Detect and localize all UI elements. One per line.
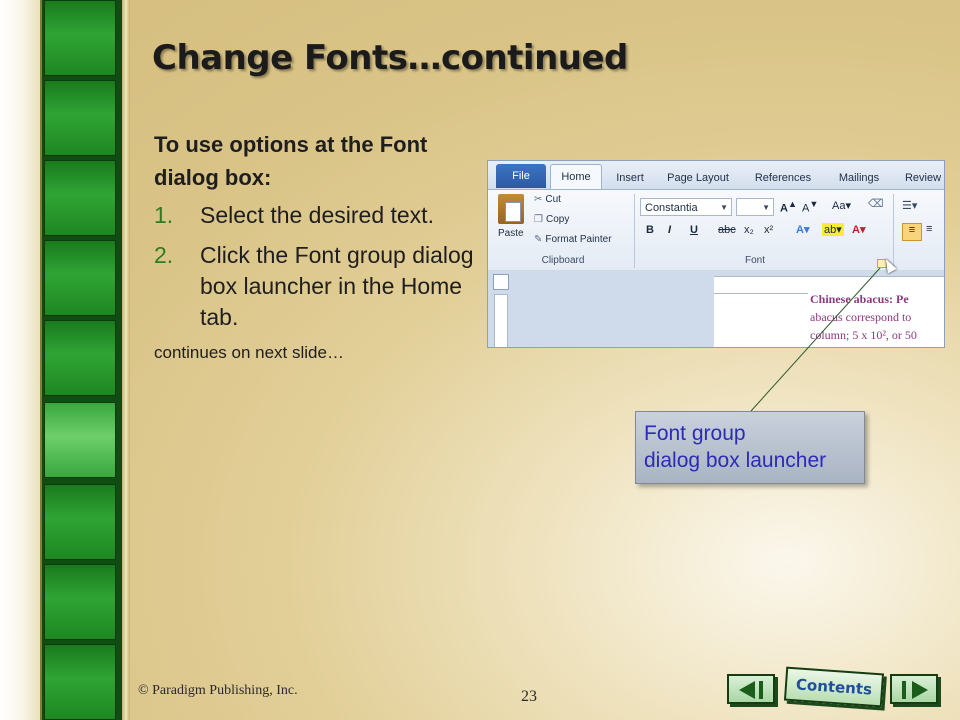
highlight-icon[interactable]: ab▾ — [822, 223, 844, 236]
font-size-combo[interactable]: ▼ — [736, 198, 774, 216]
tab-review[interactable]: Review — [900, 167, 944, 189]
subscript-button[interactable]: x₂ — [744, 224, 754, 236]
copy-icon: ❐ — [534, 214, 543, 225]
doc-line: Chinese abacus: Pe — [810, 292, 909, 306]
font-name-value: Constantia — [645, 202, 698, 214]
strip-border — [122, 0, 130, 720]
format-painter-button[interactable]: ✎ Format Painter — [534, 234, 612, 245]
word-ribbon-screenshot: File Home Insert Page Layout References … — [487, 160, 945, 348]
list-item: 2. Click the Font group dialog box launc… — [154, 240, 474, 333]
bullets-icon[interactable]: ☰▾ — [902, 199, 917, 212]
strip-tile — [44, 644, 116, 720]
change-case-icon[interactable]: Aa▾ — [832, 199, 851, 212]
step-number: 2. — [154, 242, 174, 268]
strip-tile — [44, 80, 116, 156]
tab-insert[interactable]: Insert — [610, 167, 650, 189]
tab-mailings[interactable]: Mailings — [830, 167, 888, 189]
strip-tile — [44, 240, 116, 316]
tab-page-layout[interactable]: Page Layout — [660, 167, 736, 189]
font-group-label: Font — [744, 255, 765, 266]
vertical-ruler — [494, 294, 508, 347]
continues-note: continues on next slide… — [154, 343, 344, 362]
slide: Change Fonts…continued To use options at… — [0, 0, 960, 720]
group-separator — [893, 194, 894, 268]
clipboard-group-label: Clipboard — [541, 255, 585, 266]
step-text: Click the Font group dialog box launcher… — [200, 242, 474, 330]
doc-line: abacus correspond to — [810, 310, 912, 324]
strip-tile — [44, 564, 116, 640]
chevron-down-icon: ▼ — [762, 203, 770, 212]
align-center-icon[interactable]: ≡ — [926, 223, 932, 235]
callout-box: Font group dialog box launcher — [635, 411, 865, 484]
step-text: Select the desired text. — [200, 202, 434, 228]
brush-icon: ✎ — [534, 234, 543, 245]
slide-title: Change Fonts…continued — [152, 38, 628, 78]
list-item: 1. Select the desired text. — [154, 200, 474, 231]
cut-label: Cut — [545, 194, 561, 205]
strip-tile — [44, 484, 116, 560]
document-area: Chinese abacus: Pe abacus correspond to … — [488, 270, 944, 347]
page-number: 23 — [521, 688, 537, 705]
document-text: Chinese abacus: Pe abacus correspond to … — [808, 290, 944, 347]
ribbon-home: Paste ✂ Cut ❐ Copy ✎ Format Painter Clipboa… — [488, 189, 944, 271]
strip-tile — [44, 160, 116, 236]
paste-icon[interactable] — [498, 194, 524, 224]
callout-connector — [750, 267, 881, 412]
tab-file[interactable]: File — [496, 164, 546, 188]
superscript-button[interactable]: x² — [764, 224, 773, 236]
italic-button[interactable]: I — [668, 224, 671, 236]
strikethrough-button[interactable]: abc — [718, 224, 736, 236]
grow-font-icon[interactable]: A▲ — [780, 199, 797, 215]
bar-icon — [902, 681, 906, 699]
strip-tile — [44, 402, 116, 478]
left-glow — [0, 0, 44, 720]
doc-line: column; 5 x 10², or 50 — [810, 328, 917, 342]
bar-icon — [759, 681, 763, 699]
ribbon-tabs: File Home Insert Page Layout References … — [488, 161, 944, 190]
slide-body: To use options at the Font dialog box: 1… — [154, 128, 474, 363]
text-effects-icon[interactable]: A▾ — [796, 223, 809, 236]
underline-button[interactable]: U — [690, 224, 698, 236]
align-left-icon[interactable]: ≡ — [902, 223, 922, 241]
triangle-left-icon — [739, 681, 755, 699]
shrink-font-icon[interactable]: A▼ — [802, 199, 818, 215]
copy-button[interactable]: ❐ Copy — [534, 214, 569, 225]
prev-slide-button[interactable] — [727, 674, 775, 704]
contents-button[interactable]: Contents — [783, 666, 885, 708]
chevron-down-icon: ▼ — [720, 203, 728, 212]
strip-tile — [44, 320, 116, 396]
strip-tile — [44, 0, 116, 76]
steps-list: 1. Select the desired text. 2. Click the… — [154, 200, 474, 333]
tab-selector-icon[interactable] — [493, 274, 509, 290]
callout-line-2: dialog box launcher — [644, 449, 827, 472]
font-name-combo[interactable]: Constantia ▼ — [640, 198, 732, 216]
scissors-icon: ✂ — [534, 194, 543, 205]
document-page — [714, 294, 808, 347]
triangle-right-icon — [912, 681, 928, 699]
format-painter-label: Format Painter — [545, 234, 612, 245]
cut-button[interactable]: ✂ Cut — [534, 194, 561, 205]
paste-label[interactable]: Paste — [498, 228, 524, 239]
intro-text: To use options at the Font dialog box: — [154, 132, 428, 190]
tab-references[interactable]: References — [750, 167, 816, 189]
step-number: 1. — [154, 202, 174, 228]
copy-label: Copy — [545, 214, 570, 225]
font-color-icon[interactable]: A▾ — [852, 223, 865, 236]
bold-button[interactable]: B — [646, 224, 654, 236]
copyright-text: © Paradigm Publishing, Inc. — [138, 683, 298, 698]
tab-home[interactable]: Home — [550, 164, 602, 190]
callout-line-1: Font group — [644, 422, 746, 445]
clear-formatting-icon[interactable]: ⌫ — [868, 197, 884, 210]
next-slide-button[interactable] — [890, 674, 938, 704]
group-separator — [634, 194, 635, 268]
